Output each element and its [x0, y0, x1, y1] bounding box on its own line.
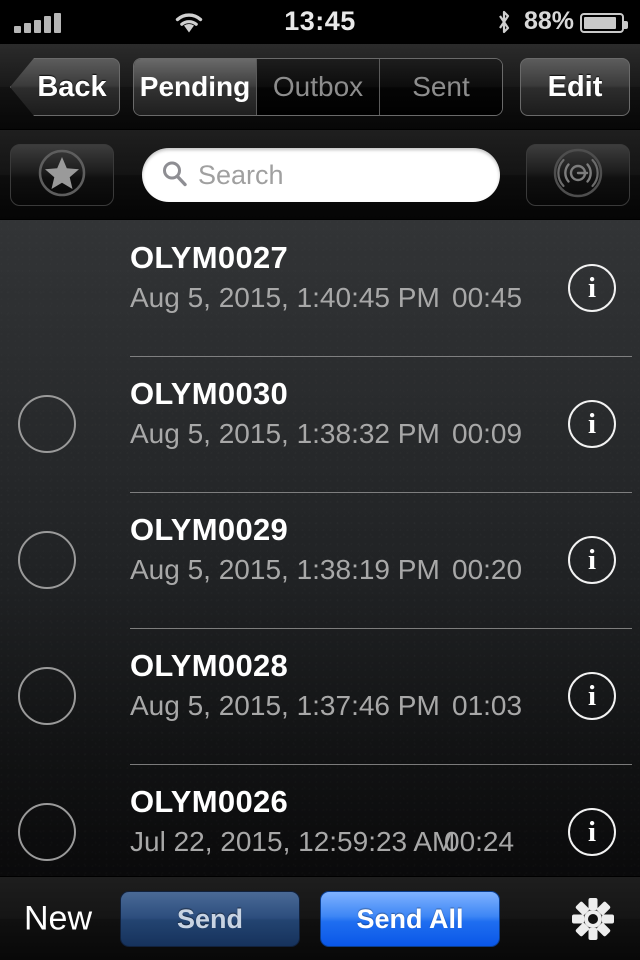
edit-button-label: Edit — [547, 70, 603, 103]
battery-icon — [580, 13, 628, 33]
table-row[interactable]: OLYM0029 Aug 5, 2015, 1:38:19 PM 00:20 i — [0, 492, 640, 628]
row-date: Aug 5, 2015, 1:38:32 PM — [130, 418, 440, 449]
row-select-circle[interactable] — [18, 395, 76, 453]
row-date: Aug 5, 2015, 1:37:46 PM — [130, 690, 440, 721]
segment-outbox[interactable]: Outbox — [257, 59, 380, 115]
segment-pending-label: Pending — [139, 71, 251, 102]
row-info-button[interactable]: i — [568, 808, 616, 856]
row-separator — [130, 628, 632, 629]
new-label[interactable]: New — [24, 899, 92, 938]
bottom-toolbar: New Send Send All — [0, 876, 640, 960]
segment-sent[interactable]: Sent — [380, 59, 502, 115]
table-row[interactable]: OLYM0026 Jul 22, 2015, 12:59:23 AM 00:24 i — [0, 764, 640, 876]
send-all-button[interactable]: Send All — [320, 891, 500, 947]
search-placeholder: Search — [198, 159, 284, 190]
send-button[interactable]: Send — [120, 891, 300, 947]
app-screen: 13:45 88% Back Pending Outbox Sent Edit … — [0, 0, 640, 960]
segment-outbox-label: Outbox — [272, 71, 364, 102]
row-select-circle[interactable] — [18, 803, 76, 861]
table-row[interactable]: OLYM0027 Aug 5, 2015, 1:40:45 PM 00:45 i — [0, 220, 640, 356]
segment-pending[interactable]: Pending — [134, 59, 257, 115]
row-title: OLYM0027 — [130, 240, 289, 275]
bluetooth-icon — [496, 9, 512, 35]
row-separator — [130, 356, 632, 357]
broadcast-circle-icon — [549, 144, 607, 207]
row-date: Aug 5, 2015, 1:38:19 PM — [130, 554, 440, 585]
row-duration: 00:20 — [452, 554, 523, 585]
row-title: OLYM0029 — [130, 512, 289, 547]
search-icon — [160, 159, 188, 192]
favorites-button[interactable] — [10, 144, 114, 206]
back-button-label: Back — [37, 70, 107, 103]
row-date: Aug 5, 2015, 1:40:45 PM — [130, 282, 440, 313]
search-toolbar: Search — [0, 130, 640, 220]
mailbox-segmented-control[interactable]: Pending Outbox Sent — [133, 58, 503, 116]
table-row[interactable]: OLYM0028 Aug 5, 2015, 1:37:46 PM 01:03 i — [0, 628, 640, 764]
row-info-button[interactable]: i — [568, 672, 616, 720]
row-duration: 00:45 — [452, 282, 523, 313]
star-circle-icon — [34, 145, 90, 206]
row-info-button[interactable]: i — [568, 536, 616, 584]
back-button[interactable]: Back — [10, 58, 120, 116]
row-select-circle[interactable] — [18, 531, 76, 589]
table-row[interactable]: OLYM0030 Aug 5, 2015, 1:38:32 PM 00:09 i — [0, 356, 640, 492]
info-icon: i — [587, 407, 597, 440]
gear-icon — [568, 897, 618, 948]
info-icon: i — [587, 271, 597, 304]
row-info-button[interactable]: i — [568, 400, 616, 448]
row-duration: 00:09 — [452, 418, 523, 449]
row-info-button[interactable]: i — [568, 264, 616, 312]
row-separator — [130, 764, 632, 765]
row-select-circle[interactable] — [18, 667, 76, 725]
row-duration: 01:03 — [452, 690, 523, 721]
row-duration: 00:24 — [444, 826, 515, 857]
send-all-button-label: Send All — [356, 903, 464, 934]
info-icon: i — [587, 679, 597, 712]
info-icon: i — [587, 543, 597, 576]
status-bar: 13:45 88% — [0, 0, 640, 44]
search-input[interactable]: Search — [142, 148, 500, 202]
send-button-label: Send — [176, 903, 243, 934]
recordings-list[interactable]: OLYM0027 Aug 5, 2015, 1:40:45 PM 00:45 i OLY… — [0, 220, 640, 876]
row-date: Jul 22, 2015, 12:59:23 AM — [130, 826, 456, 857]
row-title: OLYM0026 — [130, 784, 289, 819]
battery-percent-label: 88% — [523, 7, 574, 35]
row-title: OLYM0028 — [130, 648, 289, 683]
settings-button[interactable] — [568, 894, 618, 944]
navigation-bar: Back Pending Outbox Sent Edit — [0, 44, 640, 130]
edit-button[interactable]: Edit — [520, 58, 630, 116]
row-separator — [130, 492, 632, 493]
segment-sent-label: Sent — [412, 71, 470, 102]
broadcast-button[interactable] — [526, 144, 630, 206]
row-title: OLYM0030 — [130, 376, 289, 411]
info-icon: i — [587, 815, 597, 848]
